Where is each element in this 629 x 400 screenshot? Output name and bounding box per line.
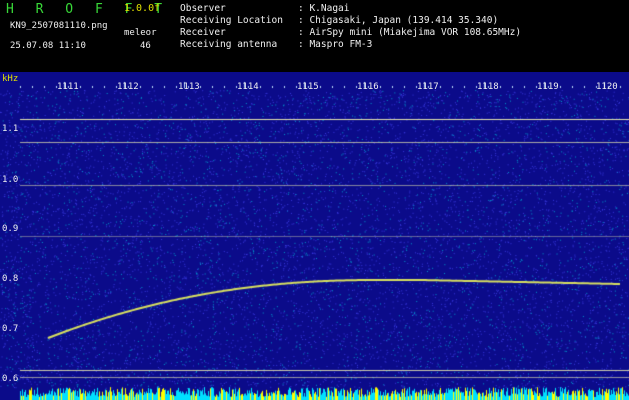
observer-label: Observer bbox=[180, 3, 226, 14]
y-axis-unit: kHz bbox=[2, 74, 19, 84]
mode-label: meleor bbox=[124, 28, 157, 38]
date-time: 25.07.08 11:10 bbox=[10, 41, 86, 51]
y-tick-0-6: 0.6 bbox=[2, 374, 19, 384]
time-tick-1113: 1113 bbox=[178, 82, 200, 92]
app-version: 1.0.0f bbox=[124, 3, 161, 14]
antenna-label: Receiving antenna bbox=[180, 39, 278, 50]
time-tick-1118: 1118 bbox=[477, 82, 499, 92]
time-tick-1111: 1111 bbox=[57, 82, 79, 92]
header-panel: H R O F F T 1.0.0f KN9_2507081110.png me… bbox=[0, 0, 629, 72]
time-tick-1120: 1120 bbox=[596, 82, 618, 92]
time-tick-1115: 1115 bbox=[297, 82, 319, 92]
file-name: KN9_2507081110.png bbox=[10, 21, 108, 31]
y-tick-0-9: 0.9 bbox=[2, 224, 19, 234]
location-label: Receiving Location bbox=[180, 15, 283, 26]
y-tick-0-8: 0.8 bbox=[2, 274, 19, 284]
y-tick-0-7: 0.7 bbox=[2, 324, 19, 334]
time-tick-1112: 1112 bbox=[117, 82, 139, 92]
time-tick-1114: 1114 bbox=[237, 82, 259, 92]
receiver-value: : AirSpy mini (Miakejima VOR 108.65MHz) bbox=[298, 27, 522, 38]
time-tick-1117: 1117 bbox=[417, 82, 439, 92]
location-value: : Chigasaki, Japan (139.414 35.340) bbox=[298, 15, 499, 26]
spectrogram[interactable] bbox=[0, 72, 629, 400]
y-tick-1-1: 1.1 bbox=[2, 124, 19, 134]
time-tick-1116: 1116 bbox=[357, 82, 379, 92]
receiver-label: Receiver bbox=[180, 27, 226, 38]
time-tick-1119: 1119 bbox=[537, 82, 559, 92]
antenna-value: : Maspro FM-3 bbox=[298, 39, 373, 50]
y-tick-1-0: 1.0 bbox=[2, 175, 19, 185]
detection-count: 46 bbox=[140, 41, 151, 51]
observer-value: : K.Nagai bbox=[298, 3, 350, 14]
